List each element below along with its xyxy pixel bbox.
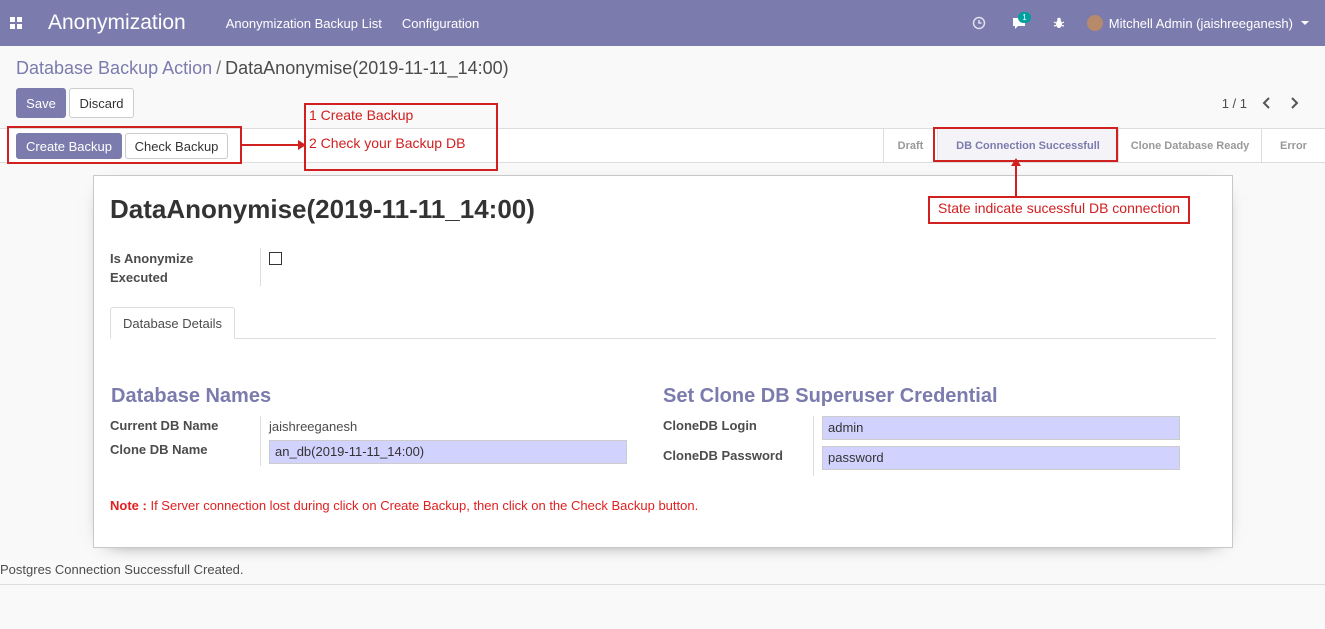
debug-bug-icon[interactable] xyxy=(1039,0,1079,46)
stage-error[interactable]: Error xyxy=(1262,129,1325,162)
messages-icon[interactable]: 1 xyxy=(999,0,1039,46)
is-anonymize-checkbox[interactable] xyxy=(269,252,282,265)
clonedb-login-field[interactable]: admin xyxy=(822,416,1180,440)
discard-button[interactable]: Discard xyxy=(69,88,134,118)
field-divider xyxy=(260,248,261,286)
field-divider xyxy=(260,416,261,466)
field-divider xyxy=(813,416,814,476)
messages-badge: 1 xyxy=(1018,12,1031,23)
chevron-down-icon xyxy=(1301,21,1309,25)
annotation-stage-line xyxy=(1015,164,1017,196)
annotation-state-text: State indicate sucessful DB connection xyxy=(938,200,1181,216)
menu-configuration[interactable]: Configuration xyxy=(402,16,479,31)
status-message: Postgres Connection Successfull Created. xyxy=(0,562,244,577)
user-name: Mitchell Admin (jaishreeganesh) xyxy=(1108,15,1293,31)
menu-anonymization-backup-list[interactable]: Anonymization Backup List xyxy=(226,16,382,31)
is-anonymize-label: Is Anonymize Executed xyxy=(110,249,193,287)
database-names-heading: Database Names xyxy=(111,385,272,407)
user-menu[interactable]: Mitchell Admin (jaishreeganesh) xyxy=(1079,15,1325,31)
chevron-right-icon[interactable] xyxy=(1286,95,1302,111)
apps-menu-icon[interactable] xyxy=(0,0,32,46)
breadcrumb-separator: / xyxy=(216,58,222,78)
annotation-step-1: 1 Create Backup xyxy=(309,107,414,123)
clone-db-name-field[interactable]: an_db(2019-11-11_14:00) xyxy=(269,440,627,464)
stage-draft[interactable]: Draft xyxy=(884,129,937,162)
annotation-buttons-box xyxy=(7,126,242,164)
breadcrumb-current: DataAnonymise(2019-11-11_14:00) xyxy=(225,58,509,78)
current-db-name-value: jaishreeganesh xyxy=(269,419,358,434)
stage-clone-database-ready[interactable]: Clone Database Ready xyxy=(1119,129,1261,162)
top-navbar: Anonymization Anonymization Backup List … xyxy=(0,0,1325,46)
breadcrumb: Database Backup Action / DataAnonymise(201… xyxy=(16,58,509,79)
activity-clock-icon[interactable] xyxy=(959,0,999,46)
annotation-arrow-line xyxy=(242,144,300,146)
current-db-name-label: Current DB Name xyxy=(110,418,219,433)
tab-database-details[interactable]: Database Details xyxy=(110,307,235,339)
arrow-up-icon xyxy=(1011,158,1021,166)
backup-note: Note : If Server connection lost during … xyxy=(110,498,698,513)
chevron-left-icon[interactable] xyxy=(1259,95,1275,111)
is-anonymize-label-line-2: Executed xyxy=(110,270,168,285)
clonedb-login-label: CloneDB Login xyxy=(663,418,757,433)
clonedb-password-field[interactable]: password xyxy=(822,446,1180,470)
breadcrumb-parent[interactable]: Database Backup Action xyxy=(16,58,212,78)
clonedb-password-label: CloneDB Password xyxy=(663,448,783,463)
note-text: If Server connection lost during click o… xyxy=(146,498,699,513)
footer-area xyxy=(0,585,1325,629)
is-anonymize-label-line-1: Is Anonymize xyxy=(110,251,194,266)
note-label: Note : xyxy=(110,498,147,513)
app-brand[interactable]: Anonymization xyxy=(48,11,186,35)
annotation-stage-box xyxy=(933,127,1118,162)
tabs-divider xyxy=(110,338,1216,339)
superuser-credential-heading: Set Clone DB Superuser Credential xyxy=(663,385,998,407)
form-sheet: DataAnonymise(2019-11-11_14:00) Is Anony… xyxy=(93,175,1233,548)
annotation-step-2: 2 Check your Backup DB xyxy=(309,135,466,151)
save-button[interactable]: Save xyxy=(16,88,66,118)
avatar xyxy=(1086,15,1103,31)
record-title: DataAnonymise(2019-11-11_14:00) xyxy=(110,194,535,224)
pager-value[interactable]: 1 / 1 xyxy=(1222,96,1247,111)
clone-db-name-label: Clone DB Name xyxy=(110,442,208,457)
